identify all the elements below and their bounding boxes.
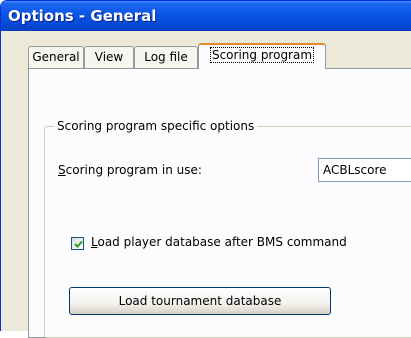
scoring-program-label-rest: coring program in use: xyxy=(65,163,202,177)
tab-scoring-program[interactable]: Scoring program xyxy=(198,43,326,69)
tab-log-file-label: Log file xyxy=(144,50,188,64)
checkmark-icon xyxy=(74,240,83,248)
tab-scoring-program-label: Scoring program xyxy=(209,47,315,63)
scoring-program-label: Scoring program in use: xyxy=(58,163,202,177)
load-tournament-database-button[interactable]: Load tournament database xyxy=(69,287,331,315)
scoring-program-select[interactable]: ACBLscore xyxy=(318,158,411,182)
tab-view-label: View xyxy=(94,50,124,64)
load-player-db-checkbox[interactable] xyxy=(71,237,84,250)
group-legend: Scoring program specific options xyxy=(54,119,258,133)
tab-general-label: General xyxy=(32,50,80,64)
load-player-db-label-rest: oad player database after BMS command xyxy=(97,235,347,249)
load-player-db-label[interactable]: Load player database after BMS command xyxy=(91,235,347,249)
tab-log-file[interactable]: Log file xyxy=(134,46,198,68)
tab-general[interactable]: General xyxy=(28,46,84,68)
scoring-program-label-accel: S xyxy=(58,163,66,177)
scoring-program-value: ACBLscore xyxy=(323,163,387,177)
title-bar[interactable]: Options - General xyxy=(1,1,411,31)
tab-view[interactable]: View xyxy=(84,46,134,68)
window-title: Options - General xyxy=(8,7,157,25)
